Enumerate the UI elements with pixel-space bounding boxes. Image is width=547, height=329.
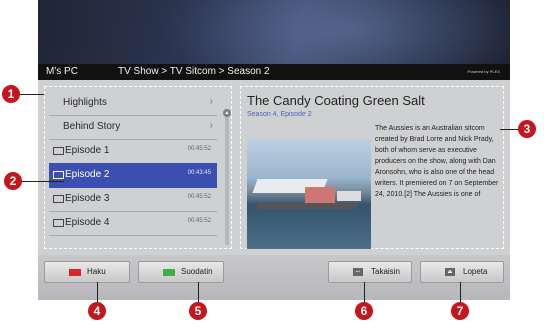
back-button-label: Takaisin: [371, 267, 400, 276]
exit-icon: ⏏: [445, 268, 455, 276]
video-file-icon: [53, 195, 64, 203]
brand-logo: Powered by PLEX: [467, 69, 500, 74]
callout-leader: [500, 129, 520, 130]
episode-duration: 00:45:52: [187, 146, 211, 152]
filter-button[interactable]: Suodatin: [138, 261, 224, 283]
background-banner: [38, 0, 510, 100]
content-list-panel: Highlights › Behind Story › Episode 1 00…: [44, 86, 232, 249]
content-area: Highlights › Behind Story › Episode 1 00…: [38, 80, 510, 255]
header-bar: M's PC TV Show > TV Sitcom > Season 2 Po…: [38, 64, 510, 80]
callout-1: 1: [2, 85, 20, 103]
search-button-label: Haku: [87, 267, 106, 276]
episode-item[interactable]: Episode 3 00:45:52: [49, 187, 217, 212]
callout-2: 2: [4, 172, 22, 190]
green-key-icon: [163, 269, 175, 276]
scroll-arrow-icon[interactable]: ▲: [223, 109, 231, 117]
episode-label: Episode 2: [65, 169, 110, 180]
callout-leader: [198, 282, 199, 302]
video-file-icon: [53, 147, 64, 155]
thumbnail-house: [305, 187, 335, 203]
detail-title: The Candy Coating Green Salt: [247, 93, 425, 108]
callout-leader: [22, 181, 64, 182]
back-button[interactable]: ↩ Takaisin: [328, 261, 412, 283]
episode-label: Episode 3: [65, 193, 110, 204]
detail-description: The Aussies is an Australian sitcom crea…: [375, 125, 499, 198]
callout-leader: [460, 282, 461, 302]
chevron-right-icon: ›: [209, 120, 213, 131]
callout-3: 3: [518, 120, 536, 138]
menu-item-label: Highlights: [63, 97, 107, 108]
breadcrumb: TV Show > TV Sitcom > Season 2: [118, 66, 270, 77]
detail-panel: The Candy Coating Green Salt Season 4, E…: [240, 86, 504, 249]
pc-name: M's PC: [46, 66, 78, 77]
callout-6: 6: [355, 302, 373, 320]
episode-label: Episode 4: [65, 217, 110, 228]
episode-item-selected[interactable]: Episode 2 00:43:45: [49, 163, 217, 188]
callout-leader: [20, 94, 44, 95]
tv-screen: M's PC TV Show > TV Sitcom > Season 2 Po…: [38, 0, 510, 300]
search-button[interactable]: Haku: [44, 261, 130, 283]
video-file-icon: [53, 171, 64, 179]
back-icon: ↩: [353, 268, 363, 276]
exit-button[interactable]: ⏏ Lopeta: [420, 261, 504, 283]
episode-duration: 00:43:45: [187, 170, 211, 176]
red-key-icon: [69, 269, 81, 276]
callout-5: 5: [189, 302, 207, 320]
exit-button-label: Lopeta: [463, 267, 488, 276]
video-file-icon: [53, 219, 64, 227]
thumbnail-pier: [257, 203, 357, 209]
scrollbar[interactable]: [225, 109, 229, 245]
menu-item-behind-story[interactable]: Behind Story ›: [49, 115, 217, 140]
menu-item-label: Behind Story: [63, 121, 121, 132]
chevron-right-icon: ›: [209, 96, 213, 107]
thumbnail-bench: [337, 191, 361, 201]
callout-7: 7: [451, 302, 469, 320]
callout-leader: [97, 282, 98, 302]
button-bar: Haku Suodatin ↩ Takaisin ⏏ Lopeta: [38, 255, 510, 300]
episode-duration: 00:45:52: [187, 218, 211, 224]
filter-button-label: Suodatin: [181, 267, 213, 276]
episode-item[interactable]: Episode 4 00:45:52: [49, 211, 217, 236]
episode-thumbnail: [247, 139, 371, 249]
episode-label: Episode 1: [65, 145, 110, 156]
callout-leader: [364, 282, 365, 302]
episode-item[interactable]: Episode 1 00:45:52: [49, 139, 217, 164]
episode-duration: 00:45:52: [187, 194, 211, 200]
menu-item-highlights[interactable]: Highlights ›: [49, 91, 217, 116]
detail-subtitle: Season 4, Episode 2: [247, 111, 312, 118]
callout-4: 4: [88, 302, 106, 320]
